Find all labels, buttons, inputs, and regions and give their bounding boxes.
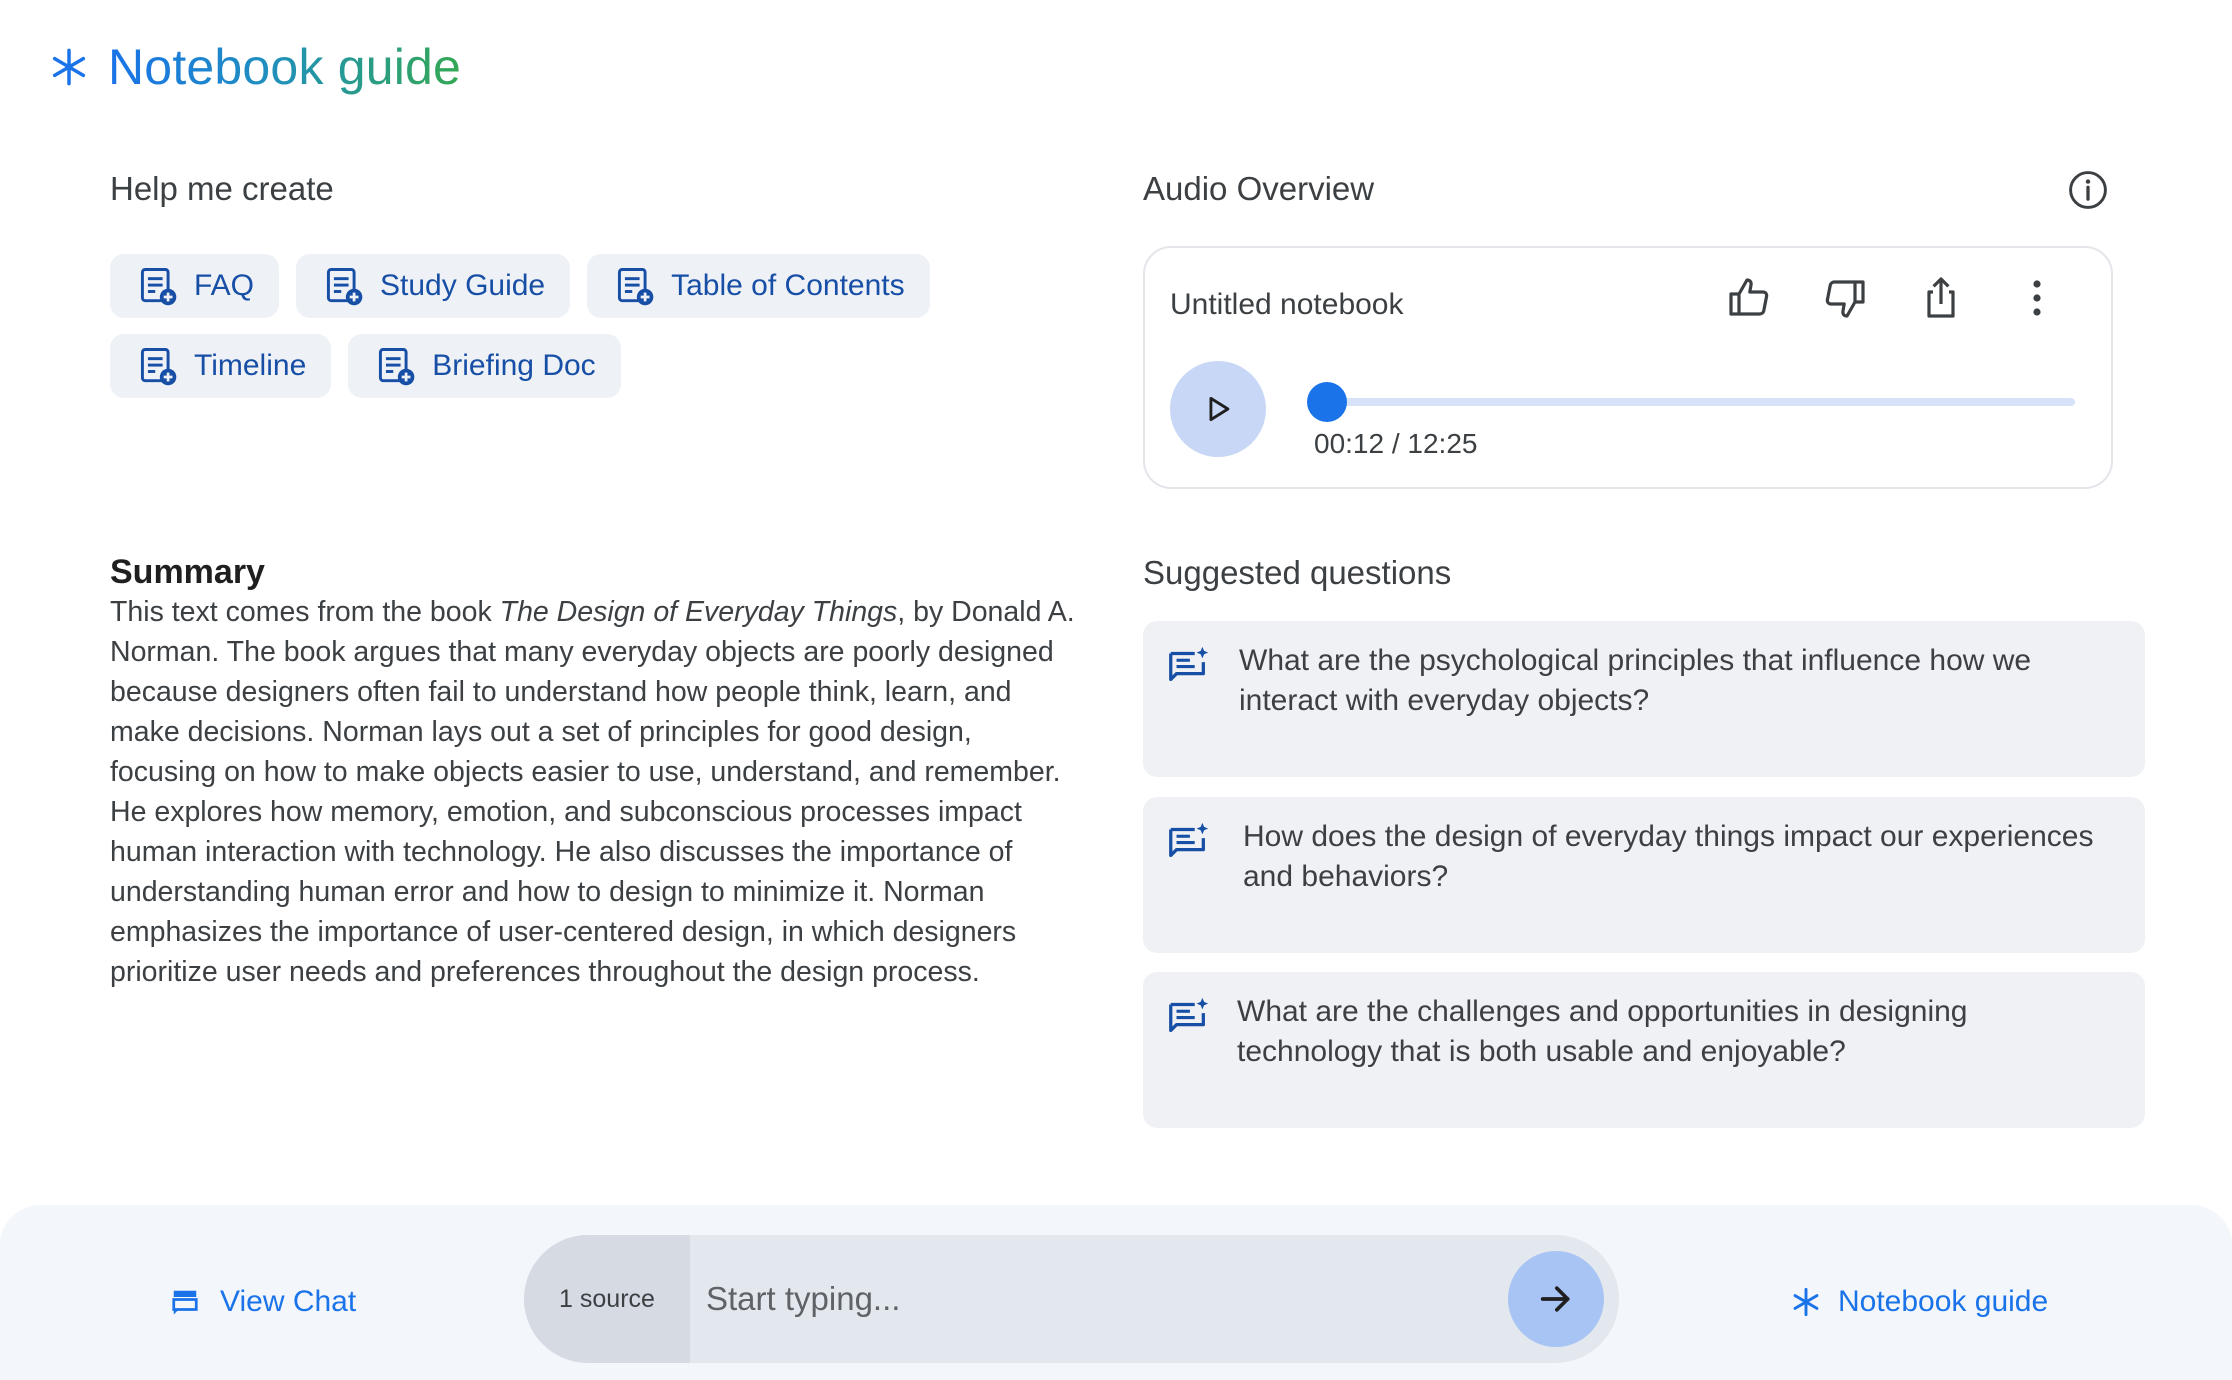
play-icon <box>1209 396 1230 422</box>
thumbs-up-icon <box>1729 278 1769 316</box>
notebook-guide-page: Notebook guide Help me create FAQ Study … <box>0 0 2232 1380</box>
info-icon[interactable] <box>2066 168 2110 212</box>
faq-chip[interactable]: FAQ <box>110 254 280 318</box>
notebook-guide-button[interactable]: Notebook guide <box>1790 1285 2048 1319</box>
suggested-question[interactable]: What are the psychological principles th… <box>1143 621 2145 777</box>
create-chips: FAQ Study Guide Table of Contents Timeli… <box>110 254 1010 398</box>
view-chat-button[interactable]: View Chat <box>170 1285 356 1319</box>
summary-text: This text comes from the book The Design… <box>110 592 1080 992</box>
suggested-question-text: What are the challenges and opportunitie… <box>1237 995 1968 1068</box>
chip-label: Timeline <box>194 349 307 382</box>
arrow-right-icon <box>1540 1286 1570 1312</box>
suggested-question[interactable]: How does the design of everyday things i… <box>1143 797 2145 953</box>
note-add-icon <box>326 268 363 306</box>
sparkle-icon <box>1793 1287 1819 1317</box>
suggested-questions-heading: Suggested questions <box>1143 554 1452 591</box>
help-me-create-heading: Help me create <box>110 170 334 207</box>
summary-text-body: , by Donald A. Norman. The book argues t… <box>110 596 1075 988</box>
note-add-icon <box>140 268 177 306</box>
audio-player-card: Untitled notebook 00:12 / 12:25 <box>1143 246 2113 489</box>
chat-spark-icon <box>1169 646 1209 682</box>
more-options-button[interactable] <box>2013 274 2061 322</box>
source-count-button[interactable]: 1 source <box>524 1235 690 1363</box>
suggested-question-text: What are the psychological principles th… <box>1239 644 2032 717</box>
audio-overview-heading: Audio Overview <box>1143 170 1375 207</box>
chip-label: Briefing Doc <box>432 349 596 382</box>
view-chat-label: View Chat <box>220 1285 357 1318</box>
more-vert-icon <box>2033 280 2041 316</box>
thumbs-up-button[interactable] <box>1725 274 1773 322</box>
book-title: The Design of Everyday Things <box>499 596 898 628</box>
chip-label: FAQ <box>194 269 255 302</box>
briefing-doc-chip[interactable]: Briefing Doc <box>348 334 621 398</box>
chat-spark-icon <box>1169 822 1209 858</box>
table-of-contents-chip[interactable]: Table of Contents <box>587 254 930 318</box>
notebook-guide-label: Notebook guide <box>1838 1285 2049 1318</box>
note-add-icon <box>618 268 654 306</box>
send-button[interactable] <box>1508 1251 1604 1347</box>
audio-notebook-name: Untitled notebook <box>1170 288 1404 321</box>
audio-progress-slider[interactable] <box>1307 382 2075 422</box>
note-add-icon <box>379 348 415 386</box>
page-header: Notebook guide <box>48 38 461 96</box>
footer-bar: View Chat 1 source Notebook guide <box>0 1205 2232 1380</box>
study-guide-chip[interactable]: Study Guide <box>296 254 571 318</box>
thumbs-down-button[interactable] <box>1821 274 1869 322</box>
share-icon <box>1927 277 1955 318</box>
thumbs-down-icon <box>1825 280 1865 318</box>
audio-actions <box>1725 274 2061 322</box>
chat-spark-icon <box>1169 997 1209 1033</box>
suggested-question[interactable]: What are the challenges and opportunitie… <box>1143 972 2145 1128</box>
chip-label: Table of Contents <box>671 269 905 302</box>
play-button[interactable] <box>1170 361 1266 457</box>
audio-progress-handle[interactable] <box>1307 382 1348 422</box>
chip-label: Study Guide <box>380 269 546 302</box>
chat-view-icon <box>172 1290 198 1315</box>
summary-heading: Summary <box>110 553 265 591</box>
chat-input-bar: 1 source <box>524 1235 1619 1363</box>
sparkle-icon <box>52 48 86 86</box>
note-add-icon <box>140 348 177 386</box>
suggested-question-text: How does the design of everyday things i… <box>1243 820 2094 893</box>
summary-text-lead: This text comes from the book <box>110 596 500 628</box>
chat-input[interactable] <box>706 1259 1386 1339</box>
audio-time: 00:12 / 12:25 <box>1314 428 1478 459</box>
share-button[interactable] <box>1917 274 1965 322</box>
timeline-chip[interactable]: Timeline <box>110 334 332 398</box>
page-title: Notebook guide <box>108 39 462 95</box>
